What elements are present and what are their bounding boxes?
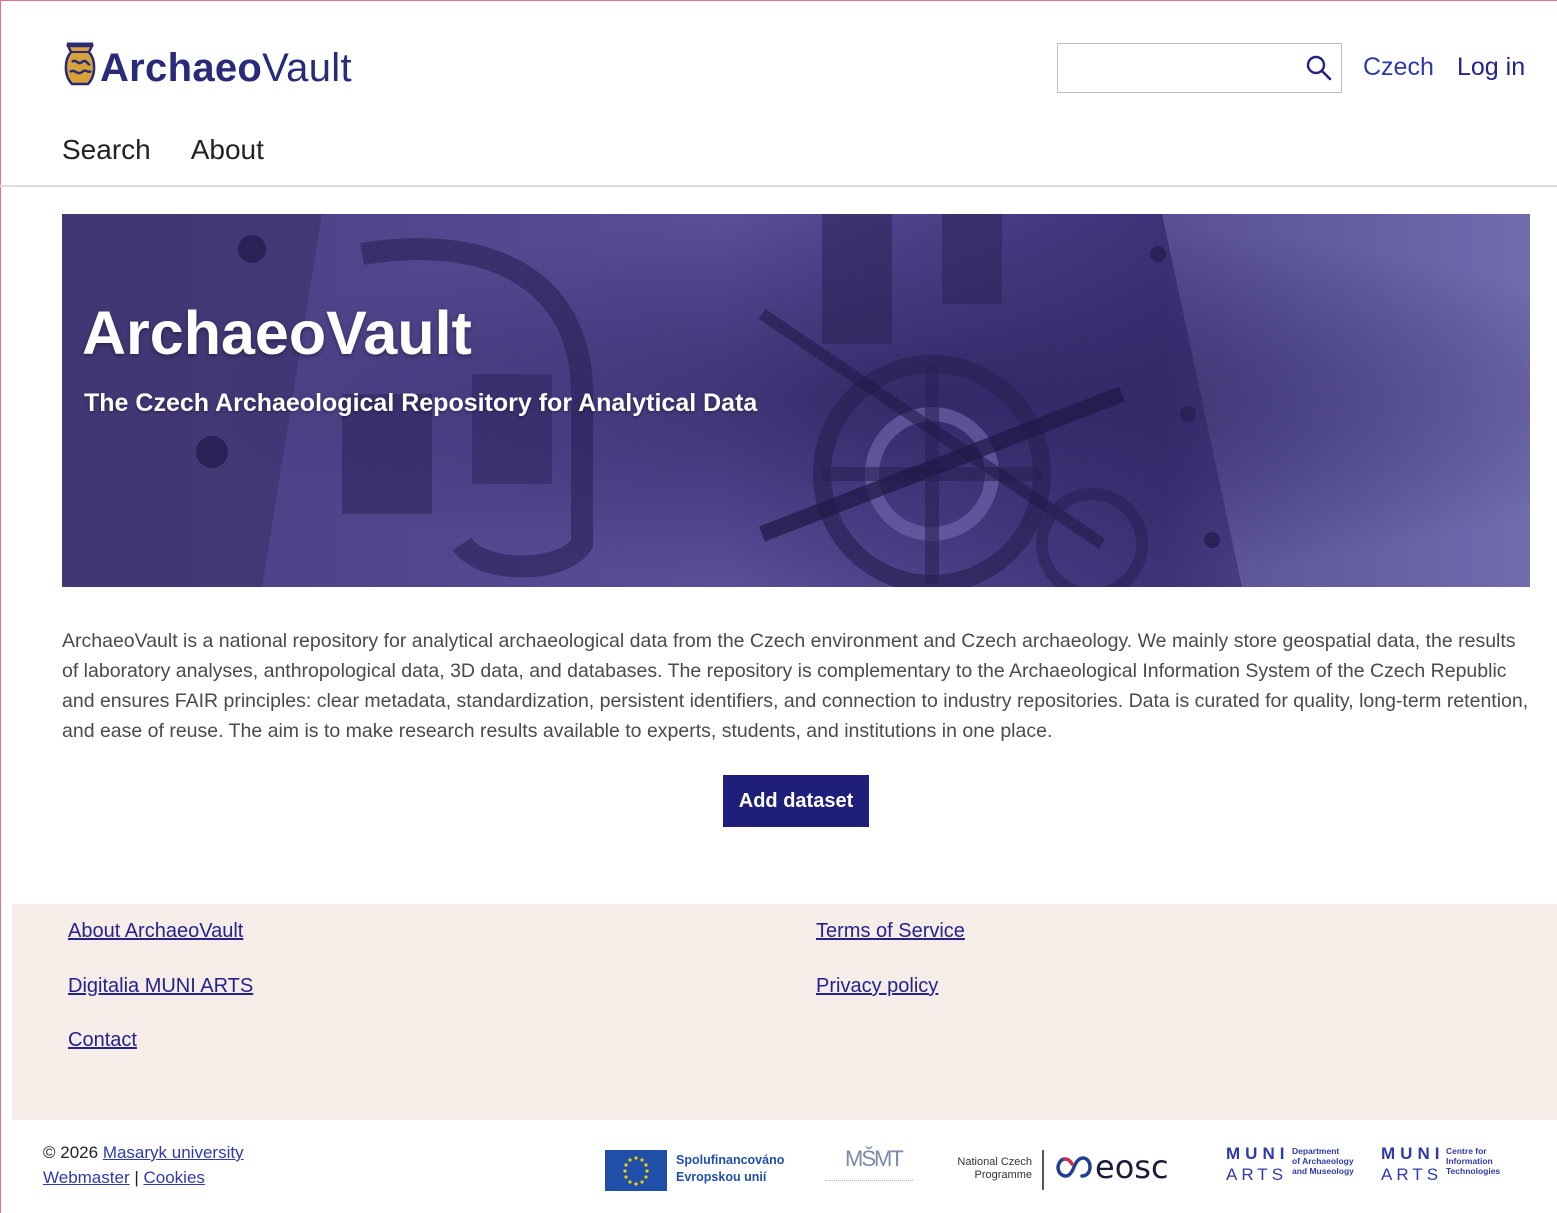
copyright-text: © 2026 (43, 1143, 99, 1162)
masaryk-university-link[interactable]: Masaryk university (103, 1143, 244, 1162)
muni2-l3: Technologies (1446, 1166, 1501, 1176)
footer-link-digitalia[interactable]: Digitalia MUNI ARTS (68, 975, 253, 998)
muni-arts-cit-logo: MUNI ARTS Centre for Information Technol… (1381, 1144, 1521, 1188)
nav-item-search[interactable]: Search (62, 134, 151, 166)
muni2-top: MUNI (1381, 1144, 1445, 1163)
main-nav: Search About (62, 134, 304, 166)
site-header: ArchaeoVault Czech Log in Search About (0, 0, 1557, 187)
footer-link-terms[interactable]: Terms of Service (816, 920, 965, 943)
login-link[interactable]: Log in (1457, 53, 1525, 82)
footer-separator: | (134, 1168, 139, 1187)
msmt-subtext-line (825, 1180, 913, 1184)
cookies-link[interactable]: Cookies (144, 1168, 205, 1187)
footer-bottom: © 2026 Masaryk university Webmaster | Co… (12, 1120, 1557, 1213)
site-logo[interactable]: ArchaeoVault (62, 36, 352, 91)
muni2-l1: Centre for (1446, 1146, 1487, 1156)
muni1-l3: and Museology (1292, 1166, 1354, 1176)
muni1-l2: of Archaeology (1292, 1156, 1354, 1166)
webmaster-link[interactable]: Webmaster (43, 1168, 130, 1187)
language-switch-link[interactable]: Czech (1363, 53, 1434, 82)
partner-divider (1042, 1150, 1044, 1190)
eu-text-line2: Evropskou unií (676, 1170, 767, 1184)
national-czech-programme-text: National Czech Programme (952, 1156, 1032, 1182)
muni-arts-archaeology-logo: MUNI ARTS Department of Archaeology and … (1226, 1144, 1366, 1188)
search-input[interactable] (1058, 44, 1298, 92)
nav-item-about[interactable]: About (191, 134, 264, 166)
search-box (1057, 43, 1342, 93)
vase-logo-icon (64, 42, 96, 85)
eosc-text: eosc (1095, 1148, 1169, 1186)
muni2-bottom: ARTS (1381, 1165, 1443, 1184)
muni1-l1: Department (1292, 1146, 1340, 1156)
hero-title: ArchaeoVault (82, 299, 472, 367)
logo-wordmark: ArchaeoVault (100, 46, 352, 90)
eosc-logo: eosc (1055, 1148, 1169, 1186)
footer-link-about[interactable]: About ArchaeoVault (68, 920, 243, 943)
hero-banner: ArchaeoVault The Czech Archaeological Re… (62, 214, 1530, 587)
eu-flag-icon (605, 1150, 667, 1191)
msmt-logo-text: MŠMT (845, 1146, 904, 1171)
muni2-l2: Information (1446, 1156, 1493, 1166)
muni1-bottom: ARTS (1226, 1165, 1288, 1184)
ncp-line2: Programme (974, 1169, 1032, 1181)
repository-description: ArchaeoVault is a national repository fo… (62, 630, 1529, 742)
eosc-infinity-icon (1056, 1156, 1092, 1178)
copyright: © 2026 Masaryk university Webmaster | Co… (43, 1140, 244, 1190)
muni1-top: MUNI (1226, 1144, 1290, 1163)
msmt-logo: MŠMT (825, 1146, 915, 1192)
add-dataset-button[interactable]: Add dataset (723, 775, 869, 827)
search-icon[interactable] (1305, 54, 1333, 82)
footer-link-contact[interactable]: Contact (68, 1029, 137, 1052)
footer-links: About ArchaeoVault Digitalia MUNI ARTS C… (12, 904, 1557, 1120)
ncp-line1: National Czech (957, 1156, 1032, 1168)
footer-link-privacy[interactable]: Privacy policy (816, 975, 938, 998)
eu-text-line1: Spolufinancováno (676, 1153, 785, 1167)
hero-subtitle: The Czech Archaeological Repository for … (84, 389, 758, 417)
